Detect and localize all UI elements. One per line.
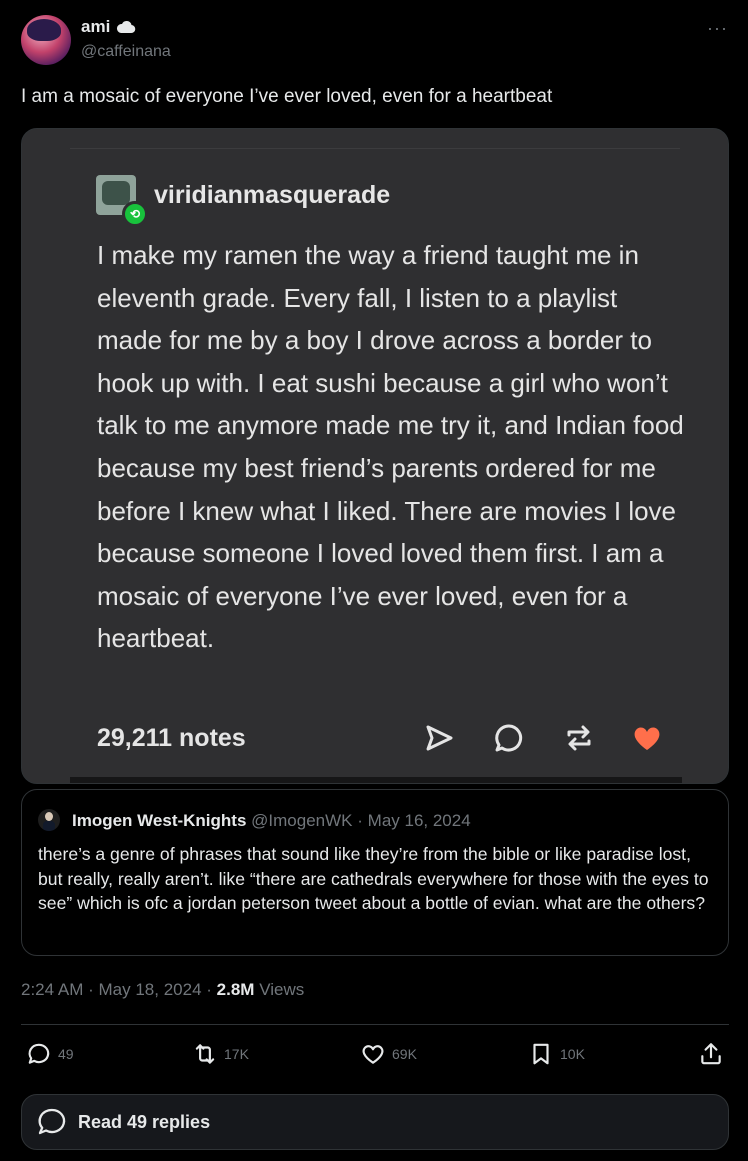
author-display-name[interactable]: ami xyxy=(81,17,110,37)
heart-icon xyxy=(630,721,664,755)
quoted-separator: · xyxy=(357,811,363,830)
media-bottom-bar xyxy=(70,777,682,783)
tumblr-username: viridianmasquerade xyxy=(154,181,391,209)
views-separator: · xyxy=(206,980,212,999)
read-replies-label: Read 49 replies xyxy=(78,1111,211,1132)
timestamp-separator: · xyxy=(88,980,94,999)
quoted-tweet-text: there’s a genre of phrases that sound li… xyxy=(38,844,709,913)
like-button[interactable]: 69K xyxy=(360,1041,417,1067)
tweet-media-image[interactable]: ⟲ viridianmasquerade I make my ramen the… xyxy=(21,128,729,784)
speech-bubble-icon xyxy=(38,1108,66,1135)
more-options-icon[interactable]: ··· xyxy=(707,18,728,39)
tweet-text: I am a mosaic of everyone I’ve ever love… xyxy=(21,86,553,107)
repost-icon xyxy=(195,1044,215,1064)
share-icon xyxy=(701,1043,721,1065)
like-count: 69K xyxy=(392,1046,417,1062)
tumblr-notes-count: 29,211 notes xyxy=(97,724,246,752)
quoted-date[interactable]: May 16, 2024 xyxy=(368,811,471,830)
author-avatar[interactable] xyxy=(21,15,71,65)
bookmark-icon xyxy=(533,1043,549,1065)
repost-button[interactable]: 17K xyxy=(192,1041,249,1067)
comment-icon xyxy=(492,721,526,755)
views-label: Views xyxy=(259,980,305,999)
quoted-author-avatar[interactable] xyxy=(38,809,60,831)
tweet-date[interactable]: May 18, 2024 xyxy=(99,980,202,999)
bookmark-count: 10K xyxy=(560,1046,585,1062)
repost-count: 17K xyxy=(224,1046,249,1062)
author-name-row: ami xyxy=(81,17,136,37)
quoted-author-name[interactable]: Imogen West-Knights xyxy=(72,811,246,830)
cloud-icon xyxy=(116,20,136,34)
reply-icon xyxy=(28,1043,50,1064)
reblog-icon xyxy=(562,721,596,755)
author-handle[interactable]: @caffeinana xyxy=(81,43,171,61)
quoted-author-handle[interactable]: @ImogenWK xyxy=(251,811,352,830)
read-replies-button[interactable]: Read 49 replies xyxy=(21,1094,729,1150)
send-icon xyxy=(422,721,456,755)
reply-button[interactable]: 49 xyxy=(26,1041,74,1067)
views-count: 2.8M xyxy=(216,980,255,999)
share-button[interactable] xyxy=(698,1041,724,1067)
actions-divider xyxy=(21,1024,729,1025)
media-divider xyxy=(70,148,680,149)
tweet-time[interactable]: 2:24 AM xyxy=(21,980,83,999)
quoted-tweet-header: Imogen West-Knights @ImogenWK · May 16, … xyxy=(72,811,471,831)
bookmark-button[interactable]: 10K xyxy=(528,1041,585,1067)
tweet-timestamp: 2:24 AM · May 18, 2024 · 2.8M Views xyxy=(21,980,304,1000)
like-icon xyxy=(362,1045,384,1064)
quoted-tweet[interactable]: Imogen West-Knights @ImogenWK · May 16, … xyxy=(21,789,729,956)
tumblr-post-body: I make my ramen the way a friend taught … xyxy=(97,240,684,654)
reblog-badge-icon: ⟲ xyxy=(122,201,148,227)
reply-count: 49 xyxy=(58,1046,74,1062)
